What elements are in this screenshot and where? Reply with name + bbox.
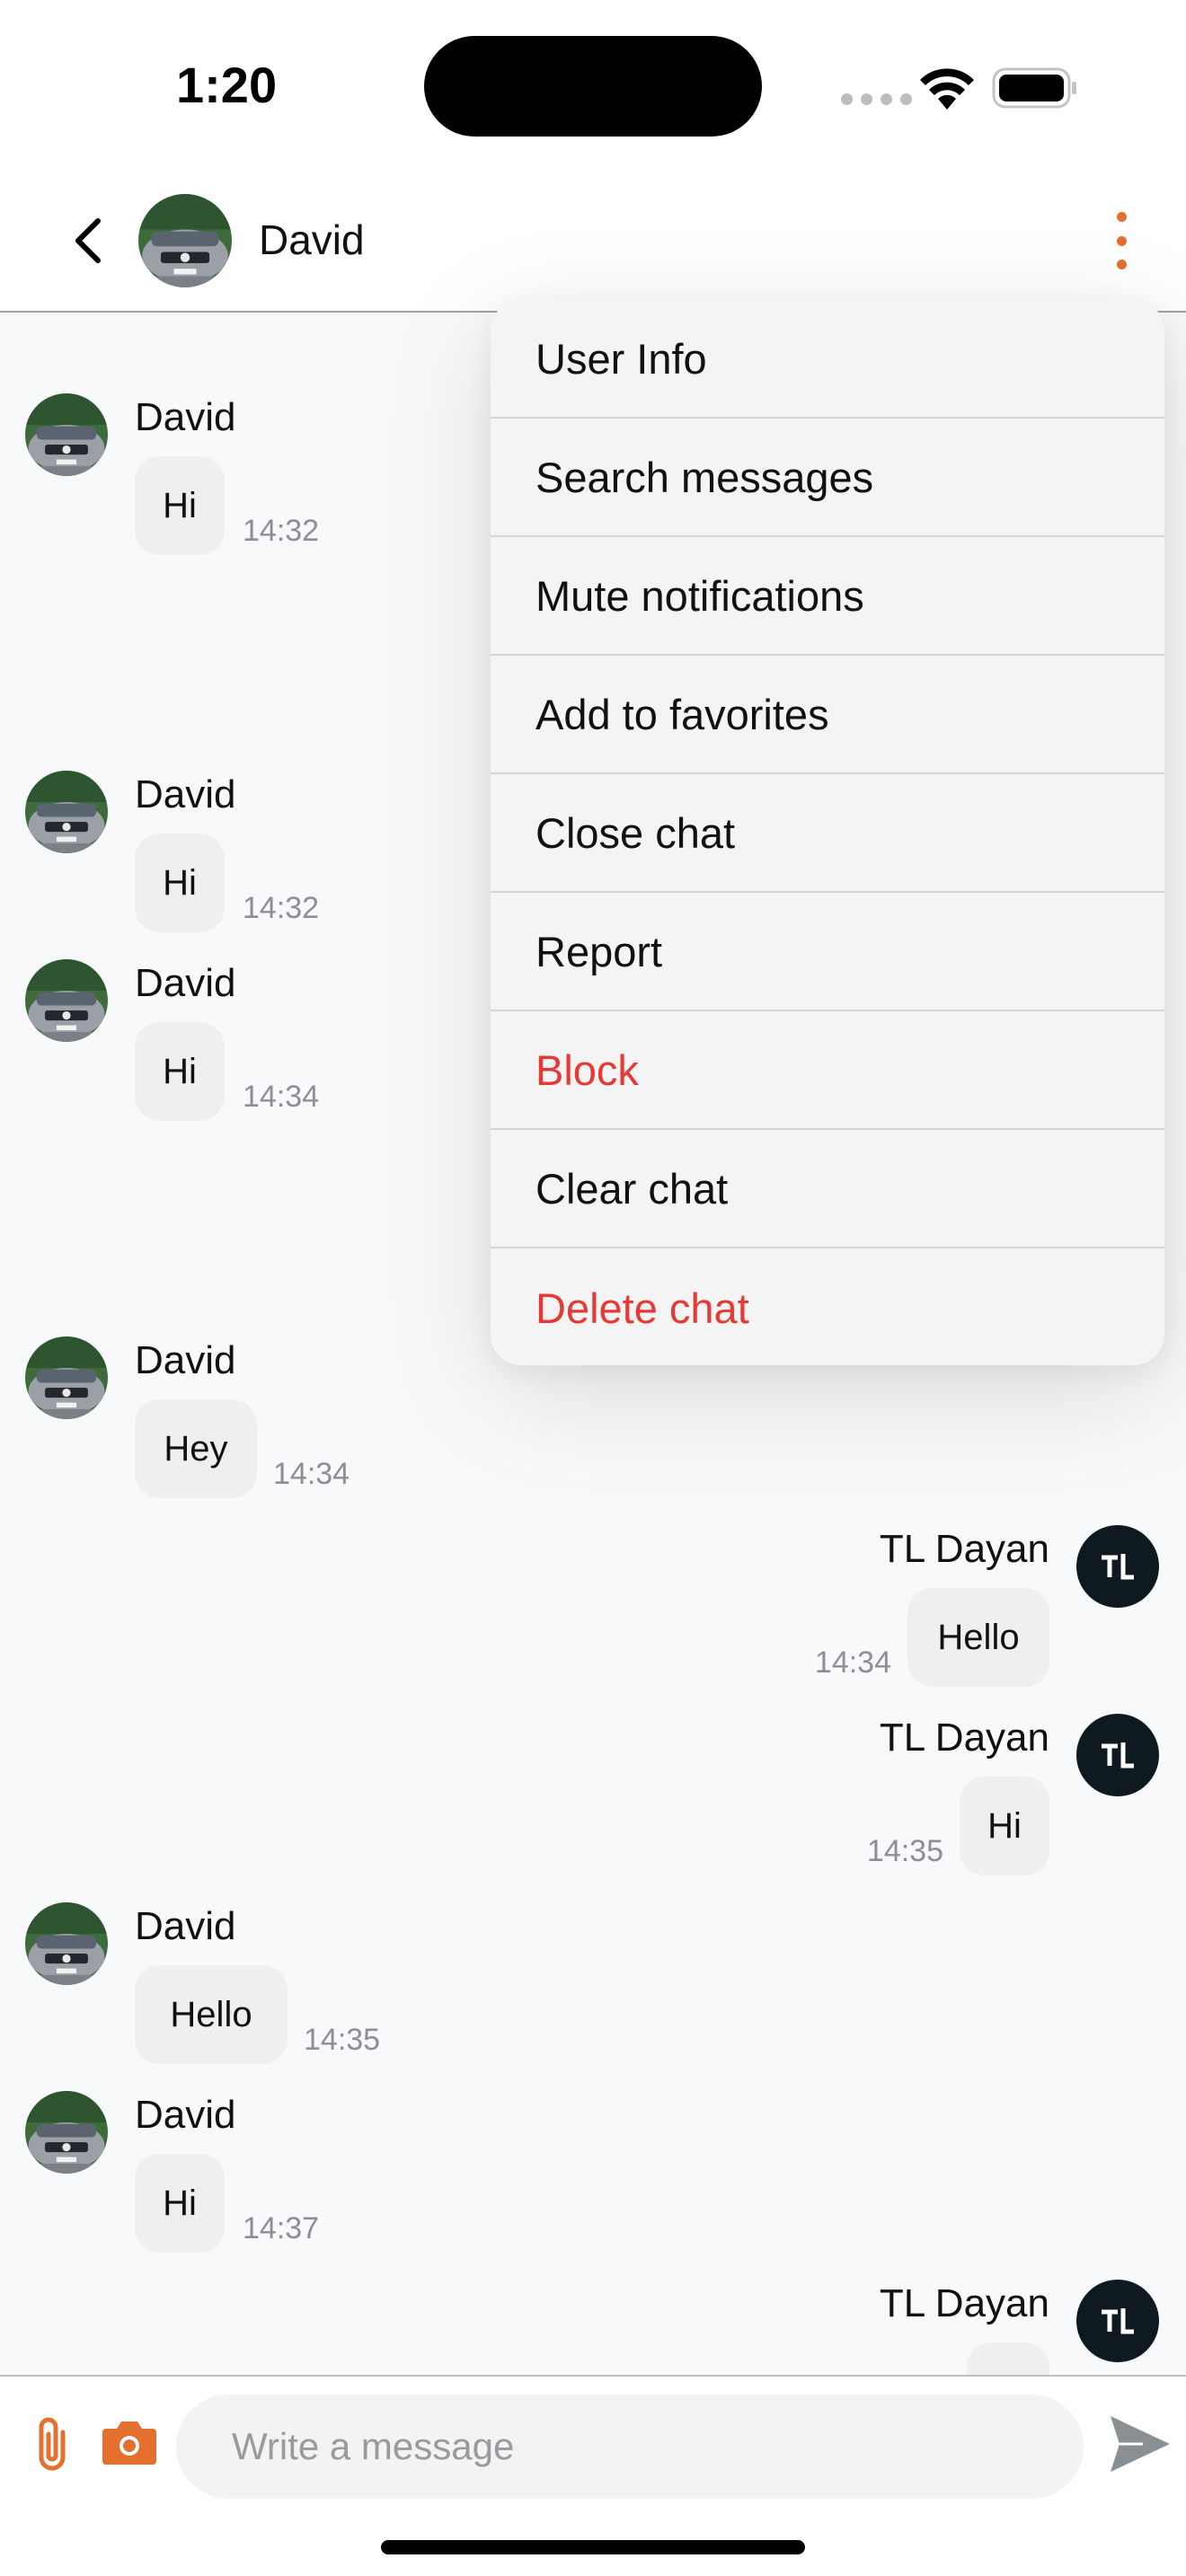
message-bubble[interactable] xyxy=(967,2342,1049,2375)
message-time: 14:32 xyxy=(243,514,320,548)
message-time: 14:34 xyxy=(273,1457,350,1491)
message-time: 14:35 xyxy=(866,1834,943,1868)
message-bubble[interactable]: Hello xyxy=(135,1965,288,2064)
status-time: 1:20 xyxy=(176,57,278,113)
sender-avatar[interactable] xyxy=(1076,1714,1159,1796)
home-indicator xyxy=(381,2540,805,2554)
sender-avatar[interactable] xyxy=(1076,1525,1159,1608)
send-icon[interactable] xyxy=(1107,2413,1172,2475)
menu-item-block[interactable]: Block xyxy=(491,1011,1164,1130)
sender-name: David xyxy=(135,1904,236,1948)
menu-item-mute-notifications[interactable]: Mute notifications xyxy=(491,537,1164,656)
camera-icon[interactable] xyxy=(101,2418,158,2466)
sender-name: David xyxy=(135,2093,236,2137)
message-bubble[interactable]: Hi xyxy=(135,834,225,932)
status-bar: 1:20 xyxy=(0,0,1186,171)
menu-item-add-to-favorites[interactable]: Add to favorites xyxy=(491,656,1164,774)
sender-avatar[interactable] xyxy=(25,959,108,1042)
sender-name: TL Dayan xyxy=(879,1527,1049,1571)
message-time: 14:37 xyxy=(243,2211,320,2245)
sender-name: David xyxy=(135,395,236,439)
chat-options-menu: User Info Search messages Mute notificat… xyxy=(491,300,1164,1365)
menu-item-clear-chat[interactable]: Clear chat xyxy=(491,1130,1164,1248)
sender-avatar[interactable] xyxy=(25,2091,108,2174)
tl-logo-icon xyxy=(1102,1554,1134,1580)
sender-name: TL Dayan xyxy=(879,1716,1049,1760)
message-bubble[interactable]: Hi xyxy=(135,1022,225,1121)
message-composer xyxy=(0,2375,1186,2576)
message-bubble[interactable]: Hi xyxy=(135,2154,225,2253)
message-bubble[interactable]: Hello xyxy=(907,1588,1049,1687)
wifi-icon xyxy=(920,68,974,110)
sender-name: David xyxy=(135,772,236,816)
message-bubble[interactable]: Hi xyxy=(135,456,225,555)
menu-item-search-messages[interactable]: Search messages xyxy=(491,419,1164,537)
message-bubble[interactable]: Hey xyxy=(135,1399,257,1498)
contact-avatar[interactable] xyxy=(138,194,232,287)
more-options-button[interactable] xyxy=(1105,205,1137,277)
chevron-left-icon xyxy=(75,218,101,263)
sender-avatar[interactable] xyxy=(25,1337,108,1419)
menu-item-user-info[interactable]: User Info xyxy=(491,300,1164,419)
menu-item-close-chat[interactable]: Close chat xyxy=(491,774,1164,893)
cellular-signal-icon xyxy=(841,93,912,105)
sender-name: TL Dayan xyxy=(879,2281,1049,2325)
sender-avatar[interactable] xyxy=(1076,2280,1159,2362)
sender-avatar[interactable] xyxy=(25,1902,108,1985)
battery-icon xyxy=(992,67,1076,109)
menu-item-report[interactable]: Report xyxy=(491,893,1164,1011)
message-time: 14:35 xyxy=(304,2023,381,2057)
message-time: 14:34 xyxy=(243,1080,320,1114)
menu-item-delete-chat[interactable]: Delete chat xyxy=(491,1248,1164,1365)
more-vertical-icon xyxy=(1116,212,1127,222)
message-input[interactable] xyxy=(176,2395,1084,2499)
message-time: 14:32 xyxy=(243,891,320,925)
message-time: 14:34 xyxy=(814,1645,891,1680)
sender-name: David xyxy=(135,961,236,1005)
chat-header: David xyxy=(0,171,1186,313)
contact-name: David xyxy=(259,216,365,263)
sender-avatar[interactable] xyxy=(25,771,108,853)
message-bubble[interactable]: Hi xyxy=(960,1777,1049,1875)
sender-avatar[interactable] xyxy=(25,393,108,476)
sender-name: David xyxy=(135,1338,236,1382)
back-button[interactable] xyxy=(63,208,113,273)
paperclip-icon[interactable] xyxy=(29,2413,75,2475)
dynamic-island xyxy=(424,36,762,137)
